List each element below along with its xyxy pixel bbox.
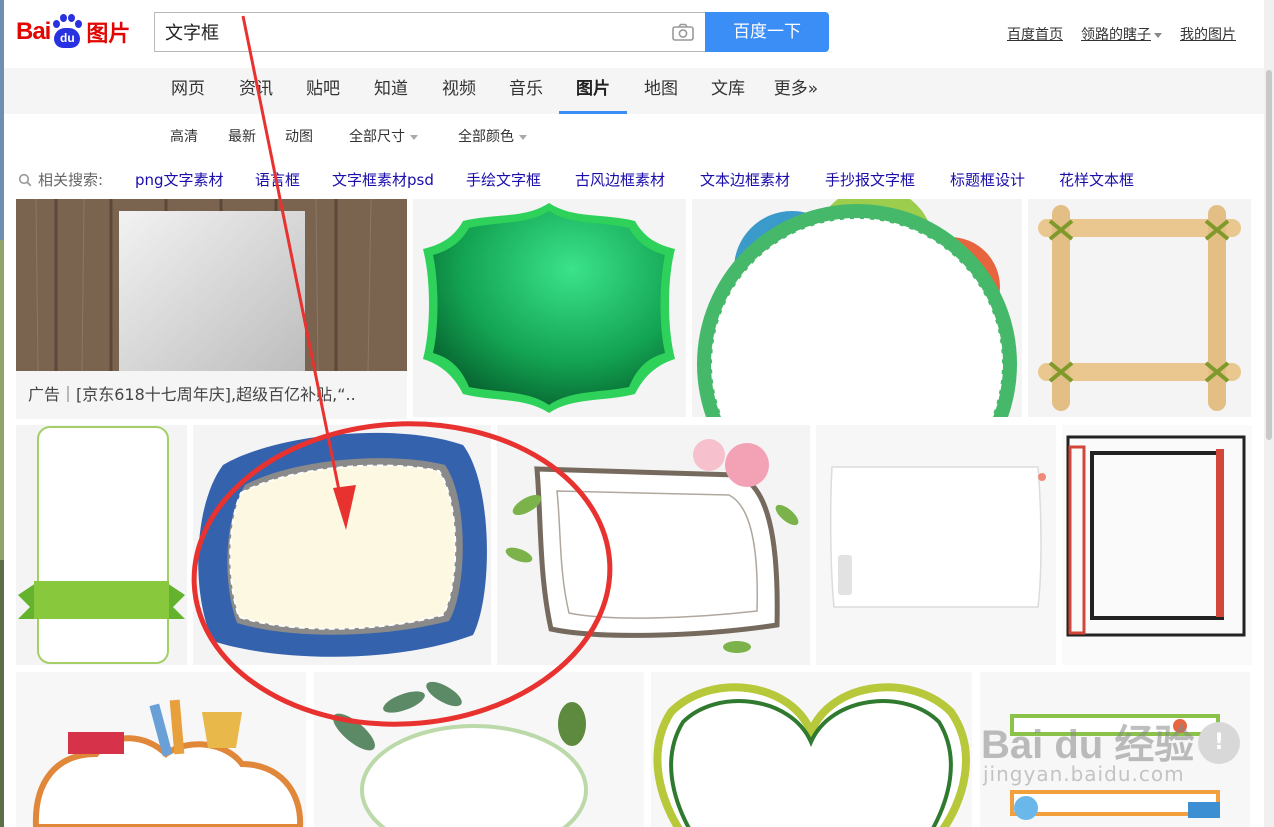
- wooden-sticks-frame-image: [1038, 205, 1241, 411]
- chevron-down-icon: [519, 134, 527, 140]
- my-images-link[interactable]: 我的图片: [1180, 24, 1236, 44]
- top-links: 百度首页 领路的瞎子 我的图片: [1007, 24, 1236, 44]
- related-item[interactable]: 文字框素材psd: [332, 169, 434, 190]
- related-label: 相关搜索:: [18, 169, 103, 190]
- leaf-oval-frame-image: [314, 672, 644, 827]
- related-item[interactable]: 手绘文字框: [466, 169, 541, 190]
- scrollbar-thumb[interactable]: [1266, 70, 1272, 440]
- filter-color-dropdown[interactable]: 全部颜色: [458, 126, 527, 146]
- user-name: 领路的瞎子: [1081, 27, 1151, 43]
- tab-more[interactable]: 更多»: [770, 68, 822, 114]
- chevron-down-icon: [1154, 32, 1162, 38]
- cartoon-cloud-frame-image: [16, 672, 306, 827]
- logo-bai: Bai: [16, 18, 51, 45]
- baidu-image-logo[interactable]: Bai du 图片: [16, 14, 130, 50]
- related-searches: 相关搜索: png文字素材 语言框 文字框素材psd 手绘文字框 古风边框素材 …: [4, 160, 1264, 196]
- green-ribbon-card-image: [16, 425, 187, 665]
- related-item[interactable]: 手抄报文字框: [825, 169, 915, 190]
- image-result[interactable]: [497, 425, 810, 665]
- category-nav: 网页 资讯 贴吧 知道 视频 音乐 图片 地图 文库 更多»: [4, 68, 1264, 114]
- chevron-down-icon: [410, 134, 418, 140]
- green-label-frame-image: [423, 203, 675, 413]
- logo-du: du: [54, 28, 81, 48]
- filter-size-label: 全部尺寸: [349, 129, 405, 145]
- search-icon: [18, 173, 32, 186]
- image-result[interactable]: [314, 672, 644, 827]
- tab-tieba[interactable]: 贴吧: [299, 68, 347, 114]
- wood-board-image: [16, 199, 407, 371]
- watermark-url: jingyan.baidu.com: [983, 762, 1185, 786]
- related-item[interactable]: png文字素材: [135, 169, 224, 190]
- floral-frame-image: [497, 425, 810, 665]
- image-result[interactable]: [193, 425, 491, 665]
- filter-latest[interactable]: 最新: [228, 126, 256, 146]
- baidu-home-link[interactable]: 百度首页: [1007, 24, 1063, 44]
- tab-web[interactable]: 网页: [164, 68, 212, 114]
- baidu-jingyan-watermark: Bai du 经验 jingyan.baidu.com: [975, 712, 1205, 792]
- image-result-ad[interactable]: [16, 199, 407, 371]
- doodle-frame-image: [1062, 425, 1252, 665]
- ad-caption[interactable]: 广告｜[京东618十七周年庆],超级百亿补贴,“..: [16, 371, 407, 419]
- tab-video[interactable]: 视频: [435, 68, 483, 114]
- search-box: [154, 12, 706, 52]
- image-result[interactable]: [1062, 425, 1252, 665]
- tab-map[interactable]: 地图: [637, 68, 685, 114]
- tab-images[interactable]: 图片: [559, 68, 627, 114]
- header: Bai du 图片 百度一下 百度首页 领路的瞎子 我的图片: [4, 0, 1264, 69]
- image-result[interactable]: [816, 425, 1056, 665]
- image-result[interactable]: [413, 199, 686, 417]
- tab-music[interactable]: 音乐: [502, 68, 550, 114]
- paw-icon: du: [51, 14, 83, 50]
- related-item[interactable]: 文本边框素材: [700, 169, 790, 190]
- search-button[interactable]: 百度一下: [705, 12, 829, 52]
- camera-icon[interactable]: [672, 23, 694, 41]
- paper-note-frame-image: [816, 425, 1056, 665]
- image-result[interactable]: [692, 199, 1022, 417]
- filter-color-label: 全部颜色: [458, 129, 514, 145]
- image-result[interactable]: [16, 672, 306, 827]
- logo-tupian: 图片: [86, 22, 131, 47]
- image-result[interactable]: [651, 672, 972, 827]
- heart-frame-image: [651, 672, 972, 827]
- related-item[interactable]: 花样文本框: [1059, 169, 1134, 190]
- related-item[interactable]: 标题框设计: [950, 169, 1025, 190]
- page-scrollbar[interactable]: [1264, 0, 1274, 827]
- image-result[interactable]: [1028, 199, 1251, 417]
- search-input[interactable]: [155, 13, 655, 51]
- filter-hd[interactable]: 高清: [170, 126, 198, 146]
- user-menu[interactable]: 领路的瞎子: [1081, 24, 1162, 44]
- blue-cream-frame-image: [193, 425, 491, 665]
- filter-size-dropdown[interactable]: 全部尺寸: [349, 126, 418, 146]
- image-result[interactable]: [16, 425, 187, 665]
- round-green-frame-image: [697, 199, 1017, 417]
- tab-zhidao[interactable]: 知道: [367, 68, 415, 114]
- related-item[interactable]: 语言框: [255, 169, 300, 190]
- tab-news[interactable]: 资讯: [232, 68, 280, 114]
- related-item[interactable]: 古风边框素材: [575, 169, 665, 190]
- filter-bar: 高清 最新 动图 全部尺寸 全部颜色: [4, 114, 1264, 156]
- feedback-icon[interactable]: !: [1198, 722, 1240, 764]
- related-label-text: 相关搜索:: [38, 171, 104, 189]
- filter-animated[interactable]: 动图: [285, 126, 313, 146]
- tab-wenku[interactable]: 文库: [704, 68, 752, 114]
